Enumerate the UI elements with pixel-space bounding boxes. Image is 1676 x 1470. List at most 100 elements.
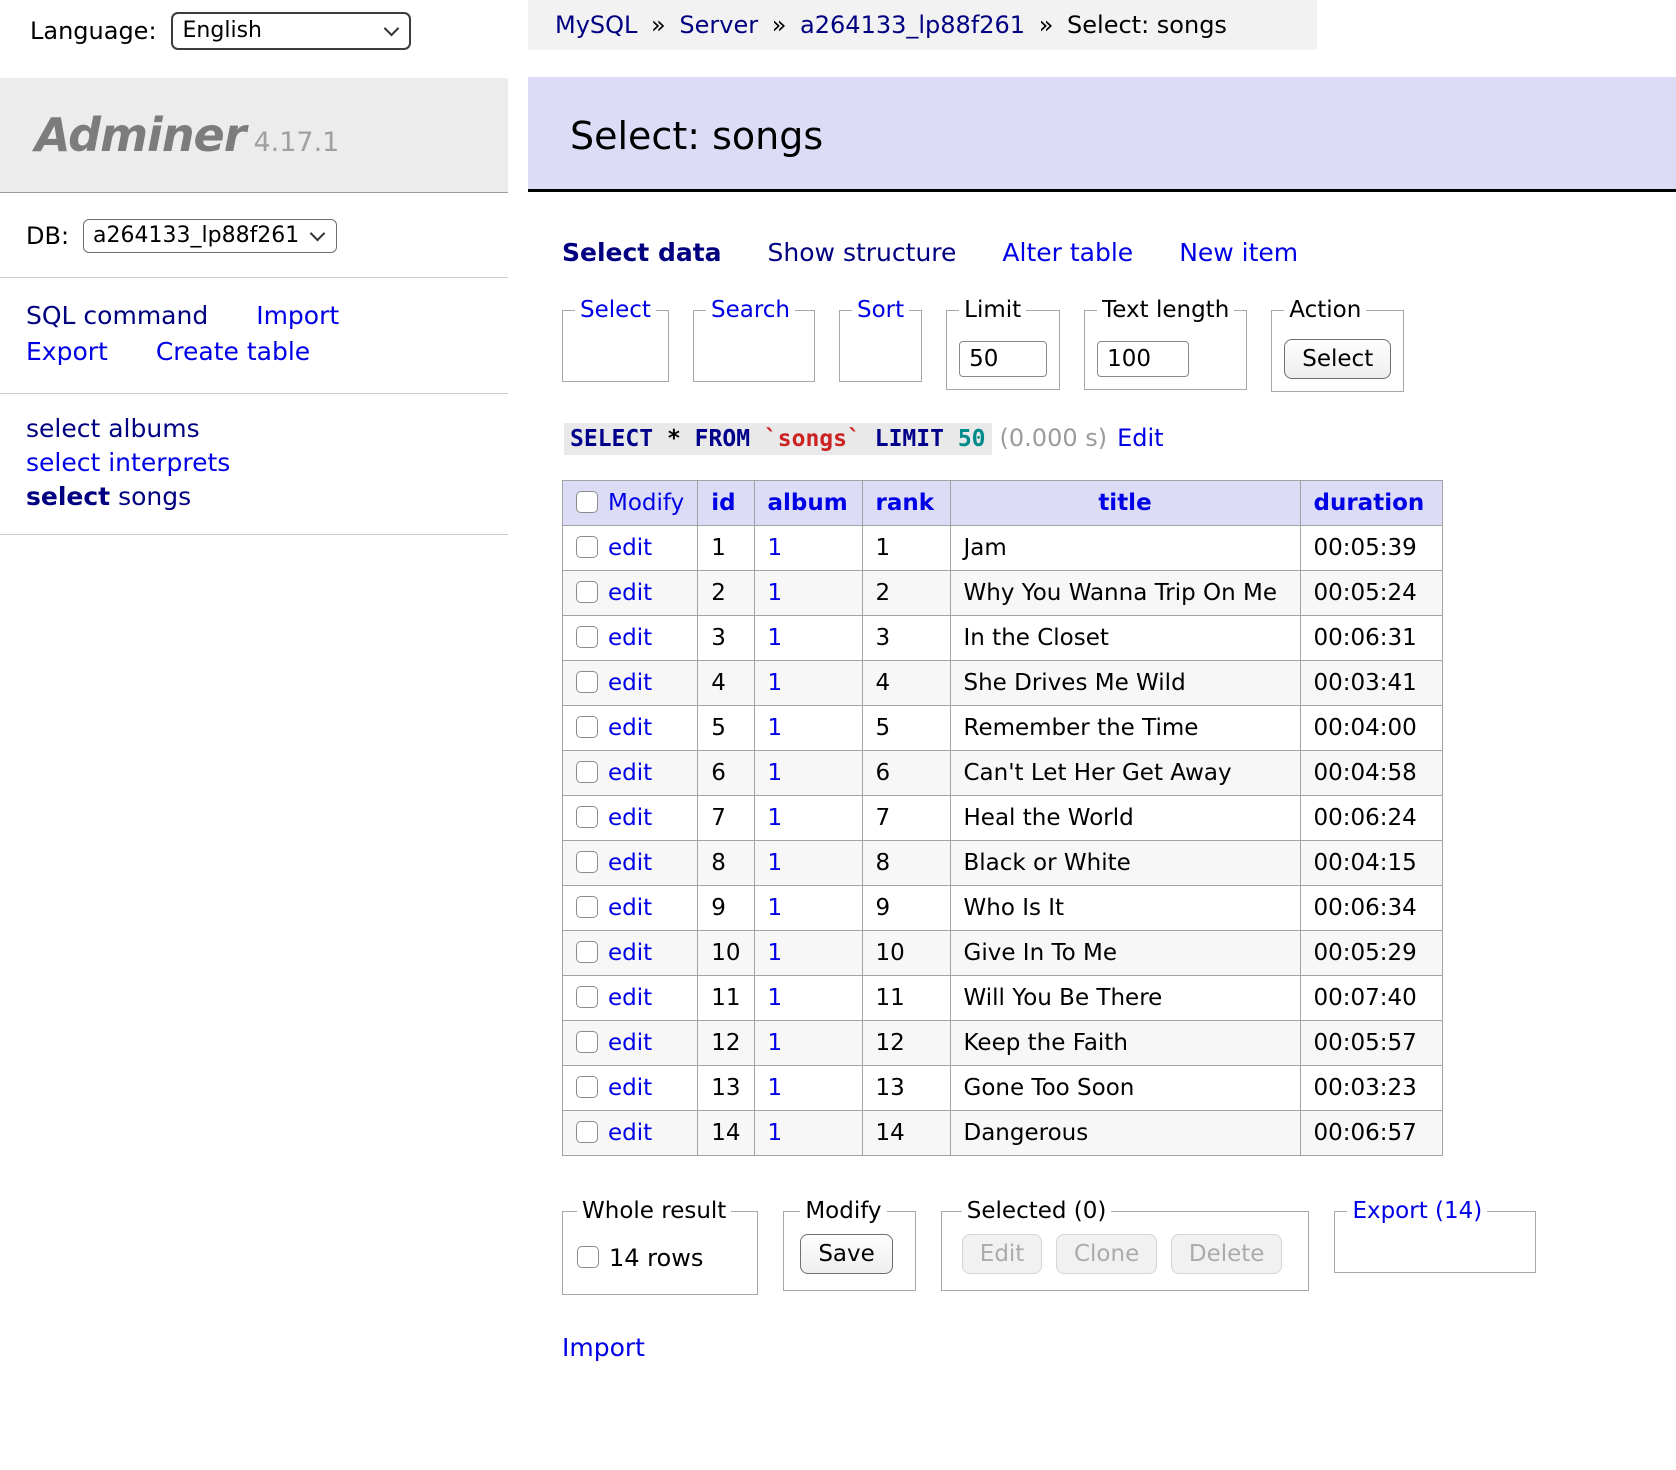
row-checkbox[interactable]: [576, 716, 598, 738]
cell-rank: 13: [862, 1066, 950, 1111]
cell-rank: 8: [862, 841, 950, 886]
row-edit-link[interactable]: edit: [608, 1030, 652, 1056]
row-checkbox[interactable]: [576, 536, 598, 558]
modify-header-link[interactable]: Modify: [608, 490, 684, 516]
select-legend-link[interactable]: Select: [580, 297, 651, 323]
album-link[interactable]: 1: [768, 1120, 783, 1146]
action-select-button[interactable]: Select: [1284, 339, 1391, 379]
album-link[interactable]: 1: [768, 625, 783, 651]
album-link[interactable]: 1: [768, 715, 783, 741]
row-edit-link[interactable]: edit: [608, 985, 652, 1011]
row-edit-link[interactable]: edit: [608, 670, 652, 696]
row-checkbox[interactable]: [576, 581, 598, 603]
row-edit-link[interactable]: edit: [608, 715, 652, 741]
row-checkbox[interactable]: [576, 851, 598, 873]
select-all-checkbox[interactable]: [576, 491, 598, 513]
cell-rank: 11: [862, 976, 950, 1021]
adminer-logo[interactable]: Adminer: [35, 108, 245, 162]
album-link[interactable]: 1: [768, 940, 783, 966]
cell-id: 10: [698, 931, 754, 976]
import-link[interactable]: Import: [562, 1333, 645, 1362]
row-edit-link[interactable]: edit: [608, 1075, 652, 1101]
row-checkbox[interactable]: [576, 986, 598, 1008]
album-link[interactable]: 1: [768, 850, 783, 876]
album-link[interactable]: 1: [768, 670, 783, 696]
tab-alter-table[interactable]: Alter table: [1002, 238, 1133, 267]
tab-new-item[interactable]: New item: [1179, 238, 1298, 267]
table-name-link[interactable]: songs: [118, 482, 191, 511]
cell-album: 1: [754, 616, 862, 661]
cell-modify: edit: [563, 796, 698, 841]
table-row: edit 3 1 3 In the Closet 00:06:31: [563, 616, 1443, 661]
album-link[interactable]: 1: [768, 1030, 783, 1056]
selected-edit-button[interactable]: Edit: [962, 1234, 1043, 1274]
table-verb-link[interactable]: select: [26, 448, 100, 477]
sort-duration-link[interactable]: duration: [1314, 490, 1425, 516]
album-link[interactable]: 1: [768, 895, 783, 921]
album-link[interactable]: 1: [768, 985, 783, 1011]
whole-result-checkbox[interactable]: [577, 1246, 599, 1268]
cell-rank: 3: [862, 616, 950, 661]
album-link[interactable]: 1: [768, 805, 783, 831]
row-checkbox[interactable]: [576, 1076, 598, 1098]
breadcrumb-link-database[interactable]: a264133_lp88f261: [800, 11, 1025, 39]
selected-delete-button[interactable]: Delete: [1171, 1234, 1283, 1274]
save-button[interactable]: Save: [800, 1234, 892, 1274]
search-legend-link[interactable]: Search: [711, 297, 790, 323]
text-length-input[interactable]: [1097, 341, 1189, 377]
row-checkbox[interactable]: [576, 806, 598, 828]
row-edit-link[interactable]: edit: [608, 760, 652, 786]
language-select[interactable]: English: [171, 12, 411, 50]
breadcrumb-link-server[interactable]: Server: [679, 11, 758, 39]
row-edit-link[interactable]: edit: [608, 895, 652, 921]
sidebar-link-sql-command[interactable]: SQL command: [26, 301, 208, 330]
album-link[interactable]: 1: [768, 535, 783, 561]
row-checkbox[interactable]: [576, 1121, 598, 1143]
table-verb-link[interactable]: select: [26, 414, 100, 443]
row-checkbox[interactable]: [576, 896, 598, 918]
sidebar-link-import[interactable]: Import: [256, 301, 339, 330]
sidebar-link-export[interactable]: Export: [26, 337, 108, 366]
table-name-link[interactable]: interprets: [108, 448, 230, 477]
limit-input[interactable]: [959, 341, 1047, 377]
sort-rank-link[interactable]: rank: [876, 490, 935, 516]
selected-clone-button[interactable]: Clone: [1056, 1234, 1157, 1274]
row-edit-link[interactable]: edit: [608, 850, 652, 876]
db-select[interactable]: a264133_lp88f261: [83, 219, 337, 253]
sql-edit-link[interactable]: Edit: [1117, 424, 1163, 452]
row-edit-link[interactable]: edit: [608, 805, 652, 831]
row-edit-link[interactable]: edit: [608, 625, 652, 651]
row-checkbox[interactable]: [576, 671, 598, 693]
album-link[interactable]: 1: [768, 1075, 783, 1101]
cell-album: 1: [754, 706, 862, 751]
export-legend-link[interactable]: Export (14): [1352, 1198, 1482, 1224]
sidebar-link-create-table[interactable]: Create table: [156, 337, 310, 366]
tab-show-structure[interactable]: Show structure: [768, 238, 957, 267]
sort-id-link[interactable]: id: [711, 490, 735, 516]
sort-legend-link[interactable]: Sort: [857, 297, 904, 323]
table-name-link[interactable]: albums: [108, 414, 199, 443]
language-row: Language: English: [0, 0, 508, 64]
cell-title: Heal the World: [950, 796, 1300, 841]
row-edit-link[interactable]: edit: [608, 940, 652, 966]
cell-duration: 00:05:24: [1300, 571, 1442, 616]
cell-duration: 00:05:39: [1300, 526, 1442, 571]
breadcrumb-link-mysql[interactable]: MySQL: [555, 11, 637, 39]
row-edit-link[interactable]: edit: [608, 580, 652, 606]
table-row: edit 12 1 12 Keep the Faith 00:05:57: [563, 1021, 1443, 1066]
row-checkbox[interactable]: [576, 1031, 598, 1053]
tab-select-data[interactable]: Select data: [562, 238, 722, 267]
row-checkbox[interactable]: [576, 941, 598, 963]
sort-title-link[interactable]: title: [1098, 490, 1151, 516]
row-checkbox[interactable]: [576, 626, 598, 648]
cell-modify: edit: [563, 886, 698, 931]
sort-album-link[interactable]: album: [768, 490, 848, 516]
row-edit-link[interactable]: edit: [608, 1120, 652, 1146]
table-verb-link[interactable]: select: [26, 482, 110, 511]
adminer-version: 4.17.1: [253, 127, 339, 158]
row-edit-link[interactable]: edit: [608, 535, 652, 561]
row-checkbox[interactable]: [576, 761, 598, 783]
album-link[interactable]: 1: [768, 580, 783, 606]
breadcrumb: MySQL » Server » a264133_lp88f261 » Sele…: [528, 0, 1317, 50]
album-link[interactable]: 1: [768, 760, 783, 786]
